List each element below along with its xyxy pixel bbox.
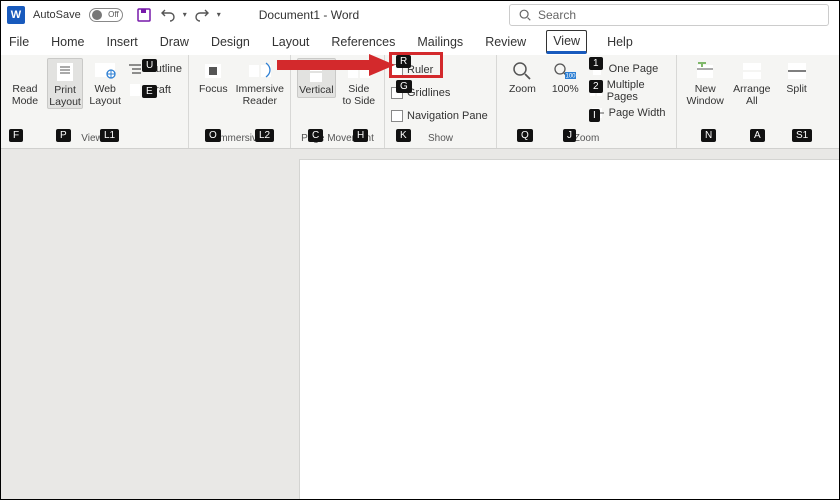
new-window-icon — [692, 60, 718, 82]
keytip: G — [396, 80, 412, 93]
zoom-icon — [509, 60, 535, 82]
keytip: I — [589, 109, 600, 122]
keytip: H — [353, 129, 368, 142]
checkbox-icon — [391, 110, 403, 122]
keytip: U — [142, 59, 157, 72]
keytip: P — [56, 129, 71, 142]
keytip: O — [205, 129, 221, 142]
keytip: N — [701, 129, 716, 142]
zoom-button[interactable]: Zoom — [503, 58, 542, 96]
draft-icon — [127, 83, 143, 97]
web-layout-icon — [92, 60, 118, 82]
tab-review[interactable]: Review — [483, 31, 528, 54]
tab-view[interactable]: View — [546, 30, 587, 54]
read-mode-button[interactable]: Read Mode — [7, 58, 43, 107]
tab-layout[interactable]: Layout — [270, 31, 312, 54]
keytip: K — [396, 129, 411, 142]
autosave-toggle[interactable]: Off — [89, 8, 123, 22]
document-area — [1, 149, 839, 499]
tab-mailings[interactable]: Mailings — [415, 31, 465, 54]
new-window-button[interactable]: New Window — [683, 58, 727, 107]
immersive-reader-icon — [247, 60, 273, 82]
save-icon[interactable] — [135, 6, 153, 24]
autosave-label: AutoSave — [33, 9, 81, 21]
keytip: Q — [517, 129, 533, 142]
tab-references[interactable]: References — [329, 31, 397, 54]
ribbon: Read Mode Print Layout Web Layout Outlin… — [1, 55, 839, 149]
tab-file[interactable]: File — [7, 31, 31, 54]
highlight-box — [389, 52, 443, 78]
word-app-icon: W — [7, 6, 25, 24]
tab-help[interactable]: Help — [605, 31, 635, 54]
read-mode-icon — [12, 60, 38, 82]
web-layout-button[interactable]: Web Layout — [87, 58, 123, 107]
search-input[interactable]: Search — [509, 4, 829, 26]
quick-access-toolbar: ▾ ▾ — [135, 6, 221, 24]
arrow-annotation — [277, 54, 395, 78]
tab-draw[interactable]: Draw — [158, 31, 191, 54]
group-label-views: Views — [7, 133, 182, 147]
title-bar: W AutoSave Off ▾ ▾ Document1 - Word Sear… — [1, 1, 839, 29]
keytip: A — [750, 129, 765, 142]
search-icon — [518, 8, 532, 22]
split-button[interactable]: Split — [776, 58, 817, 96]
dropdown-caret-icon[interactable]: ▾ — [183, 10, 187, 19]
svg-text:100: 100 — [566, 74, 577, 80]
keytip: J — [563, 129, 576, 142]
print-layout-icon — [52, 61, 78, 83]
page-width-button[interactable]: Page Width — [589, 104, 670, 122]
undo-icon[interactable] — [159, 6, 177, 24]
arrange-all-button[interactable]: Arrange All — [731, 58, 772, 107]
keytip: 1 — [589, 57, 603, 70]
tab-home[interactable]: Home — [49, 31, 86, 54]
keytip: S1 — [792, 129, 812, 142]
keytip: F — [9, 129, 23, 142]
arrange-all-icon — [739, 60, 765, 82]
outline-icon — [127, 62, 143, 76]
dropdown-caret-icon[interactable]: ▾ — [217, 10, 221, 19]
focus-icon — [200, 60, 226, 82]
keytip: L2 — [255, 129, 274, 142]
tab-insert[interactable]: Insert — [105, 31, 140, 54]
keytip: 2 — [589, 80, 603, 93]
keytip: C — [308, 129, 323, 142]
group-views: Read Mode Print Layout Web Layout Outlin… — [1, 55, 189, 148]
hundred-percent-icon: 100 — [552, 60, 578, 82]
print-layout-button[interactable]: Print Layout — [47, 58, 83, 109]
document-title: Document1 - Word — [259, 8, 359, 22]
focus-button[interactable]: Focus — [195, 58, 232, 96]
redo-icon[interactable] — [193, 6, 211, 24]
hundred-percent-button[interactable]: 100 100% — [546, 58, 585, 96]
keytip: L1 — [100, 129, 119, 142]
split-icon — [784, 60, 810, 82]
keytip: E — [142, 85, 157, 98]
document-gutter — [1, 149, 299, 499]
navigation-pane-checkbox[interactable]: Navigation Pane — [391, 107, 488, 125]
tab-design[interactable]: Design — [209, 31, 252, 54]
document-page[interactable] — [299, 159, 839, 499]
